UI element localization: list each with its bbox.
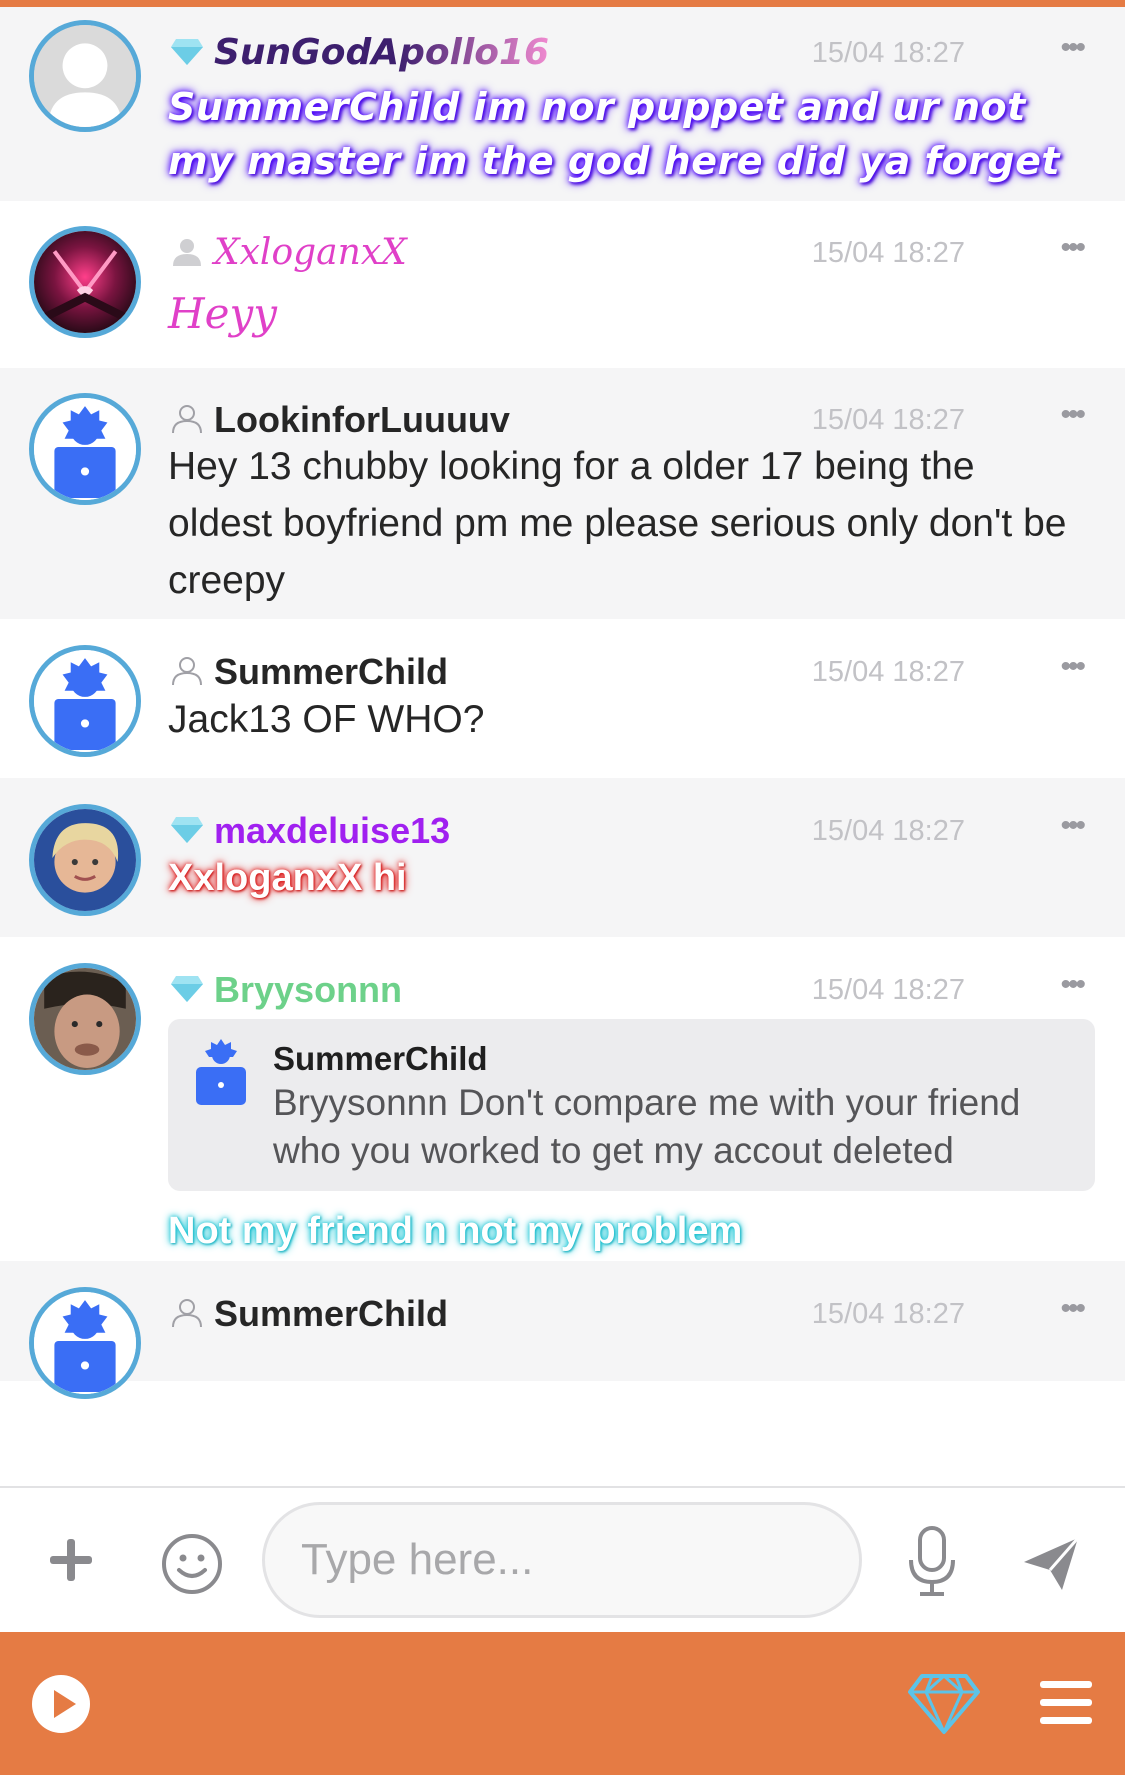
username[interactable]: LookinforLuuuuv <box>214 400 510 440</box>
username[interactable]: Bryysonnn <box>214 970 402 1010</box>
emoji-icon[interactable] <box>160 1532 224 1596</box>
robot-avatar-icon <box>34 398 136 500</box>
user-outline-icon <box>172 1299 202 1328</box>
message-text: Heyy <box>168 289 277 338</box>
chat-message: SunGodApollo16 15/04 18:27 ••• SummerChi… <box>0 7 1125 201</box>
more-options-icon[interactable]: ••• <box>1060 233 1085 263</box>
more-options-icon[interactable]: ••• <box>1060 400 1085 430</box>
timestamp: 15/04 18:27 <box>811 656 965 688</box>
chat-message: LookinforLuuuuv 15/04 18:27 ••• Hey 13 c… <box>0 368 1125 619</box>
diamond-icon[interactable] <box>908 1672 980 1736</box>
chat-feed[interactable]: SunGodApollo16 15/04 18:27 ••• SummerChi… <box>0 7 1125 1487</box>
microphone-icon[interactable] <box>906 1526 958 1598</box>
robot-avatar-icon <box>34 650 136 752</box>
chat-message: SummerChild 15/04 18:27 ••• Jack13 OF WH… <box>0 619 1125 778</box>
message-text: Not my friend n not my problem <box>168 1210 743 1252</box>
username[interactable]: maxdeluise13 <box>214 811 450 851</box>
user-outline-icon <box>172 657 202 686</box>
bottom-nav-bar <box>0 1632 1125 1775</box>
photo-avatar <box>34 809 136 911</box>
play-icon[interactable] <box>30 1673 92 1735</box>
message-text: SummerChild im nor puppet and ur not my … <box>168 85 1061 183</box>
quoted-username: SummerChild <box>273 1040 488 1077</box>
timestamp: 15/04 18:27 <box>811 1298 965 1330</box>
message-text: Jack13 OF WHO? <box>168 698 485 741</box>
username[interactable]: XxloganxX <box>214 233 407 273</box>
more-options-icon[interactable]: ••• <box>1060 811 1085 841</box>
chat-message: XxloganxX 15/04 18:27 ••• Heyy <box>0 201 1125 368</box>
timestamp: 15/04 18:27 <box>811 404 965 436</box>
message-text: Hey 13 chubby looking for a older 17 bei… <box>168 445 1067 602</box>
avatar[interactable] <box>29 963 141 1075</box>
more-options-icon[interactable]: ••• <box>1060 652 1085 682</box>
more-options-icon[interactable]: ••• <box>1060 1294 1085 1324</box>
send-icon[interactable] <box>1022 1536 1080 1592</box>
avatar[interactable] <box>29 1287 141 1399</box>
default-avatar-icon <box>34 25 136 127</box>
username[interactable]: SummerChild <box>214 1294 448 1334</box>
photo-avatar <box>34 231 136 333</box>
avatar[interactable] <box>29 226 141 338</box>
avatar[interactable] <box>29 645 141 757</box>
user-filled-icon <box>173 239 201 266</box>
avatar[interactable] <box>29 804 141 916</box>
more-options-icon[interactable]: ••• <box>1060 33 1085 63</box>
timestamp: 15/04 18:27 <box>811 815 965 847</box>
chat-message: maxdeluise13 15/04 18:27 ••• XxloganxX h… <box>0 778 1125 937</box>
chat-message: Bryysonnn 15/04 18:27 ••• SummerChild Br… <box>0 937 1125 1261</box>
more-options-icon[interactable]: ••• <box>1060 970 1085 1000</box>
message-composer <box>0 1486 1125 1632</box>
timestamp: 15/04 18:27 <box>811 237 965 269</box>
message-text: XxloganxX hi <box>168 857 407 899</box>
chat-message: SummerChild 15/04 18:27 ••• <box>0 1261 1125 1399</box>
diamond-icon <box>171 39 203 65</box>
username[interactable]: SunGodApollo16 <box>214 33 549 73</box>
robot-avatar-icon <box>34 1292 136 1394</box>
photo-avatar <box>34 968 136 1070</box>
diamond-icon <box>171 817 203 843</box>
quoted-text: Bryysonnn Don't compare me with your fri… <box>273 1082 1021 1171</box>
plus-icon[interactable] <box>48 1537 94 1583</box>
user-outline-icon <box>172 405 202 434</box>
message-input[interactable] <box>262 1502 862 1618</box>
timestamp: 15/04 18:27 <box>811 37 965 69</box>
quoted-message[interactable]: SummerChild Bryysonnn Don't compare me w… <box>168 1019 1095 1191</box>
diamond-icon <box>171 976 203 1002</box>
avatar[interactable] <box>29 20 141 132</box>
avatar[interactable] <box>29 393 141 505</box>
top-accent-bar <box>0 0 1125 7</box>
username[interactable]: SummerChild <box>214 652 448 692</box>
timestamp: 15/04 18:27 <box>811 974 965 1006</box>
robot-avatar-icon <box>196 1039 246 1105</box>
menu-icon[interactable] <box>1040 1679 1092 1727</box>
